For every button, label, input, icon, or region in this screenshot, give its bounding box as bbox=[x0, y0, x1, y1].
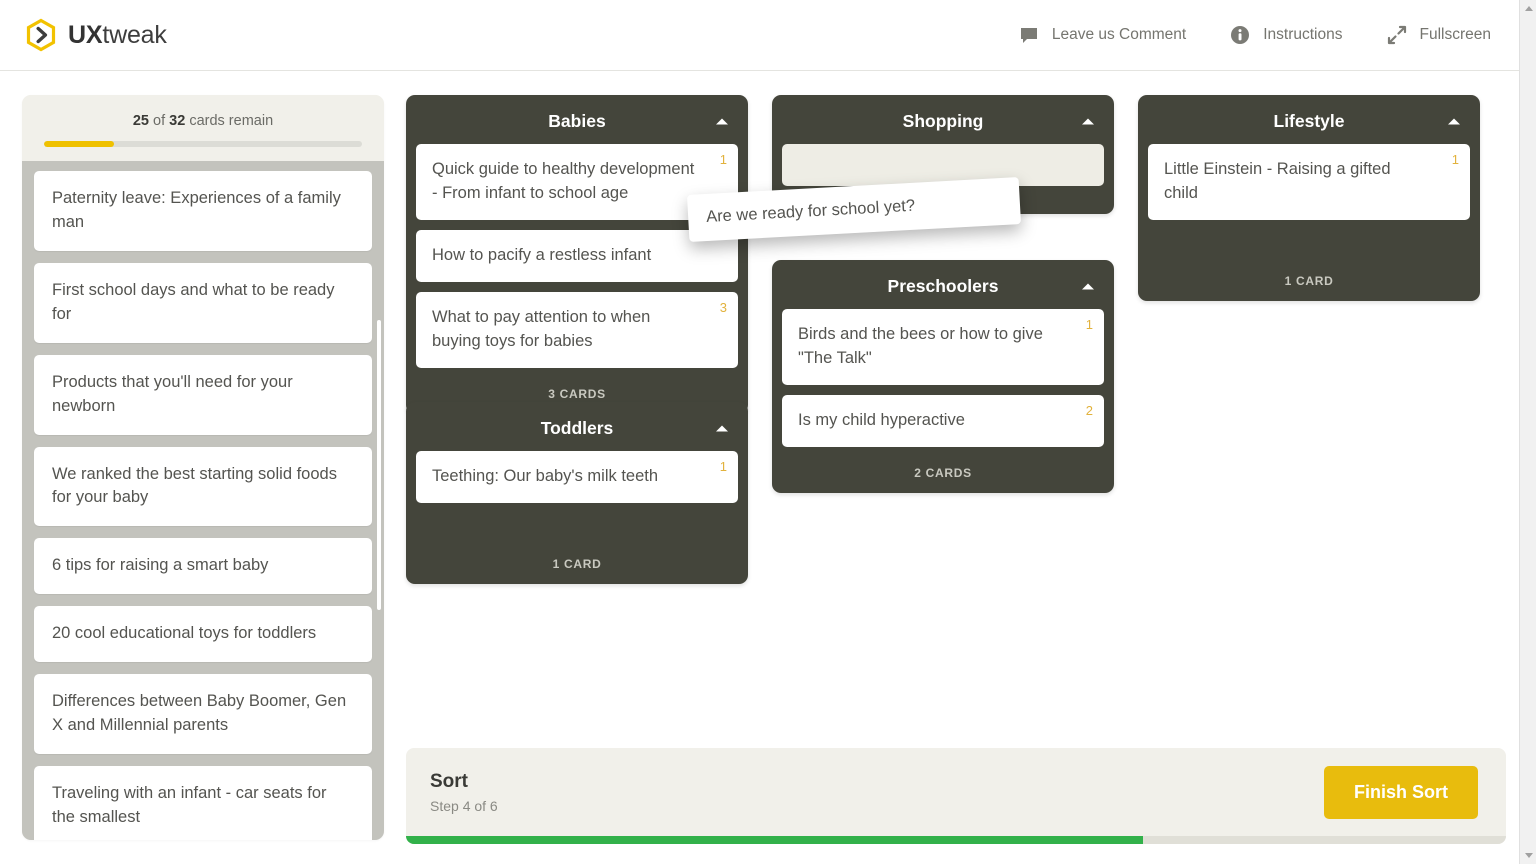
scrollbar-up-arrow-icon[interactable] bbox=[1520, 0, 1536, 17]
logo-wordmark: UXtweak bbox=[68, 21, 167, 50]
list-item[interactable]: 20 cool educational toys for toddlers bbox=[34, 606, 372, 662]
sorted-card[interactable]: Teething: Our baby's milk teeth 1 bbox=[416, 451, 738, 503]
list-item[interactable]: We ranked the best starting solid foods … bbox=[34, 447, 372, 527]
category-group-title: Toddlers bbox=[541, 418, 614, 438]
cards-total-count: 32 bbox=[169, 113, 185, 129]
leave-comment-label: Leave us Comment bbox=[1052, 26, 1186, 44]
fullscreen-icon bbox=[1387, 25, 1407, 45]
chevron-up-icon[interactable] bbox=[712, 111, 732, 131]
category-card-count: 2 CARDS bbox=[782, 457, 1104, 493]
sorted-card-label: Birds and the bees or how to give "The T… bbox=[798, 325, 1043, 367]
fullscreen-label: Fullscreen bbox=[1420, 26, 1492, 44]
deck-progress-bar bbox=[44, 141, 362, 147]
sorted-card-label: Little Einstein - Raising a gifted child bbox=[1164, 160, 1391, 202]
cards-remaining-suffix: cards remain bbox=[185, 113, 273, 129]
category-group[interactable]: Babies Quick guide to healthy development… bbox=[406, 95, 748, 414]
card-order-badge: 1 bbox=[1086, 316, 1093, 335]
category-group-header: Lifestyle bbox=[1148, 105, 1470, 144]
category-card-count: 1 CARD bbox=[1148, 230, 1470, 301]
card-sorting-app: UXtweak Leave us Comment bbox=[0, 0, 1536, 864]
uxtweak-hexagon-logo-icon bbox=[24, 18, 58, 52]
category-group-header: Toddlers bbox=[416, 412, 738, 451]
step-progress-fill bbox=[406, 836, 1143, 844]
sorted-card[interactable]: Birds and the bees or how to give "The T… bbox=[782, 309, 1104, 385]
category-group-title: Lifestyle bbox=[1274, 111, 1345, 131]
header-actions: Leave us Comment Instructions bbox=[1019, 25, 1491, 45]
fullscreen-button[interactable]: Fullscreen bbox=[1387, 25, 1492, 45]
deck-header: 25 of 32 cards remain bbox=[22, 95, 384, 161]
list-item[interactable]: 6 tips for raising a smart baby bbox=[34, 538, 372, 594]
card-deck-panel: 25 of 32 cards remain Paternity leave: E… bbox=[22, 95, 384, 840]
category-card-count: 1 CARD bbox=[416, 513, 738, 584]
list-item[interactable]: Differences between Baby Boomer, Gen X a… bbox=[34, 674, 372, 754]
info-icon bbox=[1230, 25, 1250, 45]
category-group[interactable]: Lifestyle Little Einstein - Raising a gif… bbox=[1138, 95, 1480, 301]
chevron-up-icon[interactable] bbox=[712, 418, 732, 438]
deck-card-list-inner: Paternity leave: Experiences of a family… bbox=[34, 161, 372, 840]
dragged-card-label: Are we ready for school yet? bbox=[706, 197, 916, 226]
card-order-badge: 1 bbox=[720, 151, 727, 170]
sorted-card-label: Is my child hyperactive bbox=[798, 411, 965, 429]
chevron-up-icon[interactable] bbox=[1078, 111, 1098, 131]
sort-bottom-bar-inner: Sort Step 4 of 6 Finish Sort bbox=[406, 748, 1506, 836]
chevron-up-icon[interactable] bbox=[1444, 111, 1464, 131]
sorted-card-label: What to pay attention to when buying toy… bbox=[432, 308, 650, 350]
deck-progress-fill bbox=[44, 141, 114, 147]
instructions-label: Instructions bbox=[1263, 26, 1342, 44]
card-order-badge: 3 bbox=[720, 299, 727, 318]
cards-remaining-mid: of bbox=[149, 113, 169, 129]
cards-remaining-count: 25 bbox=[133, 113, 149, 129]
category-group-header: Preschoolers bbox=[782, 270, 1104, 309]
sorted-card-label: Teething: Our baby's milk teeth bbox=[432, 467, 658, 485]
category-group-title: Preschoolers bbox=[888, 276, 999, 296]
sorted-card[interactable]: What to pay attention to when buying toy… bbox=[416, 292, 738, 368]
window-scrollbar[interactable] bbox=[1519, 0, 1536, 864]
category-group[interactable]: Toddlers Teething: Our baby's milk teeth 1… bbox=[406, 402, 748, 584]
deck-card-list[interactable]: Paternity leave: Experiences of a family… bbox=[22, 161, 384, 840]
category-group-header: Babies bbox=[416, 105, 738, 144]
chevron-up-icon[interactable] bbox=[1078, 276, 1098, 296]
sorted-card-label: How to pacify a restless infant bbox=[432, 246, 651, 264]
sorted-card-label: Quick guide to healthy development - Fro… bbox=[432, 160, 694, 202]
sort-bottom-bar: Sort Step 4 of 6 Finish Sort bbox=[406, 748, 1506, 844]
list-item[interactable]: Products that you'll need for your newbo… bbox=[34, 355, 372, 435]
sort-title: Sort bbox=[430, 771, 498, 793]
step-progress-bar bbox=[406, 836, 1506, 844]
instructions-button[interactable]: Instructions bbox=[1230, 25, 1342, 45]
scrollbar-down-arrow-icon[interactable] bbox=[1520, 847, 1536, 864]
uxtweak-logo[interactable]: UXtweak bbox=[24, 18, 167, 52]
category-group-title: Babies bbox=[548, 111, 605, 131]
list-item[interactable]: Paternity leave: Experiences of a family… bbox=[34, 171, 372, 251]
sorted-card[interactable]: Is my child hyperactive 2 bbox=[782, 395, 1104, 447]
category-group[interactable]: Preschoolers Birds and the bees or how to… bbox=[772, 260, 1114, 493]
sort-step-info: Sort Step 4 of 6 bbox=[430, 771, 498, 814]
cards-remaining-label: 25 of 32 cards remain bbox=[42, 113, 364, 129]
leave-comment-button[interactable]: Leave us Comment bbox=[1019, 25, 1186, 45]
logo-bold-part: UX bbox=[68, 21, 102, 49]
card-order-badge: 1 bbox=[720, 458, 727, 477]
finish-sort-button[interactable]: Finish Sort bbox=[1324, 766, 1478, 819]
card-order-badge: 1 bbox=[1452, 151, 1459, 170]
list-item[interactable]: Traveling with an infant - car seats for… bbox=[34, 766, 372, 840]
app-header: UXtweak Leave us Comment bbox=[0, 0, 1519, 71]
card-order-badge: 2 bbox=[1086, 402, 1093, 421]
comment-icon bbox=[1019, 25, 1039, 45]
category-group-title: Shopping bbox=[903, 111, 984, 131]
list-item[interactable]: First school days and what to be ready f… bbox=[34, 263, 372, 343]
deck-scrollbar-thumb[interactable] bbox=[377, 320, 381, 610]
sort-step-label: Step 4 of 6 bbox=[430, 798, 498, 814]
card-drop-placeholder bbox=[782, 144, 1104, 186]
sorted-card[interactable]: Little Einstein - Raising a gifted child… bbox=[1148, 144, 1470, 220]
category-group-header: Shopping bbox=[782, 105, 1104, 144]
logo-light-part: tweak bbox=[102, 21, 166, 49]
